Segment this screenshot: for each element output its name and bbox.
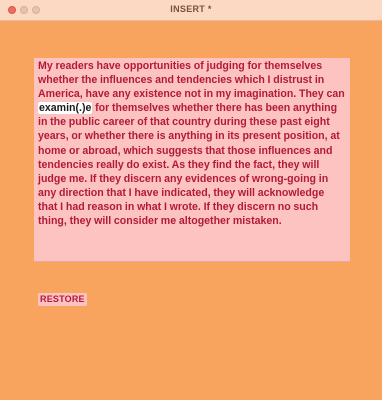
app-window: INSERT * My readers have opportunities o…: [0, 0, 382, 400]
restore-button[interactable]: RESTORE: [38, 293, 87, 306]
passage-text[interactable]: My readers have opportunities of judging…: [38, 59, 346, 228]
highlighted-word[interactable]: examin(.)e: [38, 102, 93, 115]
passage-after-highlight: for themselves whether there has been an…: [38, 102, 340, 228]
window-title: INSERT *: [170, 4, 212, 14]
passage-before-highlight: My readers have opportunities of judging…: [38, 60, 345, 101]
title-bar: INSERT *: [0, 0, 382, 21]
text-editor[interactable]: My readers have opportunities of judging…: [34, 58, 350, 262]
